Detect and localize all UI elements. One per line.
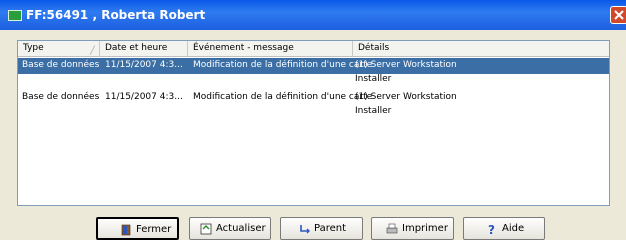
print-button[interactable]: Imprimer — [371, 217, 454, 240]
cell-details: (1) Server Workstation — [355, 92, 457, 102]
event-list[interactable]: Type ╱ Date et heure Événement - message … — [17, 40, 610, 206]
app-icon — [8, 10, 22, 21]
column-header-type[interactable]: Type ╱ — [18, 41, 100, 56]
cell-event: Modification de la définition d'une cart… — [193, 60, 373, 70]
cell-datetime: 11/15/2007 4:3... — [105, 92, 183, 102]
column-header-event[interactable]: Événement - message — [188, 41, 353, 56]
svg-text:?: ? — [488, 223, 495, 235]
column-header-details[interactable]: Détails — [353, 41, 609, 56]
title-bar[interactable]: FF:56491 , Roberta Robert — [0, 0, 626, 30]
parent-arrow-icon — [300, 225, 310, 234]
dialog-window: FF:56491 , Roberta Robert Type ╱ Date et … — [0, 0, 626, 240]
cell-type: Base de données — [22, 92, 100, 102]
cell-details-line2: Installer — [355, 106, 392, 116]
cell-details-line2: Installer — [18, 74, 609, 88]
list-header: Type ╱ Date et heure Événement - message … — [18, 41, 609, 57]
column-header-datetime[interactable]: Date et heure — [100, 41, 188, 56]
close-window-button[interactable] — [610, 6, 626, 24]
cell-event: Modification de la définition d'une cart… — [193, 92, 373, 102]
list-item[interactable]: Base de données 11/15/2007 4:3... Modifi… — [18, 90, 609, 120]
sort-arrow-icon: ╱ — [90, 46, 95, 55]
refresh-icon — [200, 223, 212, 235]
cell-details: (1) Server Workstation — [355, 60, 457, 70]
cell-type: Base de données — [22, 60, 100, 70]
help-button[interactable]: ? Aide — [463, 217, 545, 240]
close-button[interactable]: Fermer — [96, 217, 179, 240]
window-title: FF:56491 , Roberta Robert — [26, 8, 206, 22]
close-icon — [614, 10, 624, 20]
list-item[interactable]: Base de données 11/15/2007 4:3... Modifi… — [18, 58, 609, 88]
printer-icon — [386, 223, 398, 234]
cell-datetime: 11/15/2007 4:3... — [105, 60, 183, 70]
refresh-button[interactable]: Actualiser — [189, 217, 271, 240]
button-bar: Fermer Actualiser Parent Imprimer ? Aide — [0, 213, 626, 240]
door-icon — [121, 224, 131, 236]
parent-button[interactable]: Parent — [280, 217, 363, 240]
help-icon: ? — [488, 223, 495, 235]
